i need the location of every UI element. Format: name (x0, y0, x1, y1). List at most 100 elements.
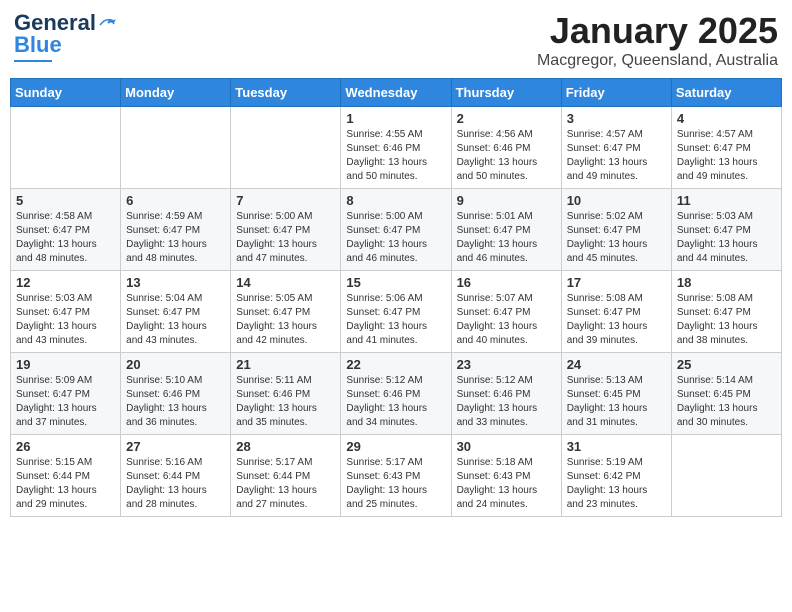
col-header-saturday: Saturday (671, 79, 781, 107)
day-number: 6 (126, 193, 225, 208)
calendar-cell: 8 Sunrise: 5:00 AMSunset: 6:47 PMDaylight… (341, 189, 451, 271)
col-header-sunday: Sunday (11, 79, 121, 107)
day-number: 28 (236, 439, 335, 454)
day-info: Sunrise: 5:03 AMSunset: 6:47 PMDaylight:… (16, 292, 115, 348)
day-number: 31 (567, 439, 666, 454)
calendar-cell: 9Sunrise: 5:01 AMSunset: 6:47 PMDaylight… (451, 189, 561, 271)
day-info: Sunrise: 5:06 AMSunset: 6:47 PMDaylight:… (346, 292, 445, 348)
logo: General Blue (14, 10, 116, 62)
calendar-cell: 16 Sunrise: 5:07 AMSunset: 6:47 PMDayligh… (451, 271, 561, 353)
day-info: Sunrise: 4:57 AMSunset: 6:47 PMDaylight:… (677, 128, 776, 184)
day-info: Sunrise: 5:05 AMSunset: 6:47 PMDaylight:… (236, 292, 335, 348)
day-info: Sunrise: 5:00 AMSunset: 6:47 PMDaylight:… (236, 210, 335, 266)
calendar-cell: 30 Sunrise: 5:18 AMSunset: 6:43 PMDayligh… (451, 435, 561, 517)
calendar-cell: 12 Sunrise: 5:03 AMSunset: 6:47 PMDayligh… (11, 271, 121, 353)
calendar-cell: 10Sunrise: 5:02 AMSunset: 6:47 PMDayligh… (561, 189, 671, 271)
day-info: Sunrise: 5:08 AMSunset: 6:47 PMDaylight:… (677, 292, 776, 348)
day-info: Sunrise: 5:09 AMSunset: 6:47 PMDaylight:… (16, 374, 115, 430)
calendar-cell: 5 Sunrise: 4:58 AMSunset: 6:47 PMDaylight… (11, 189, 121, 271)
day-info: Sunrise: 4:56 AMSunset: 6:46 PMDaylight:… (457, 128, 556, 184)
title-block: January 2025 Macgregor, Queensland, Aust… (537, 10, 778, 70)
col-header-thursday: Thursday (451, 79, 561, 107)
day-number: 5 (16, 193, 115, 208)
calendar-cell: 26 Sunrise: 5:15 AMSunset: 6:44 PMDayligh… (11, 435, 121, 517)
day-info: Sunrise: 5:08 AMSunset: 6:47 PMDaylight:… (567, 292, 666, 348)
day-number: 3 (567, 111, 666, 126)
day-info: Sunrise: 5:18 AMSunset: 6:43 PMDaylight:… (457, 456, 556, 512)
day-number: 14 (236, 275, 335, 290)
day-info: Sunrise: 5:02 AMSunset: 6:47 PMDaylight:… (567, 210, 666, 266)
calendar-cell: 11Sunrise: 5:03 AMSunset: 6:47 PMDayligh… (671, 189, 781, 271)
calendar-cell: 31 Sunrise: 5:19 AMSunset: 6:42 PMDayligh… (561, 435, 671, 517)
calendar-cell: 3 Sunrise: 4:57 AMSunset: 6:47 PMDaylight… (561, 107, 671, 189)
logo-underline (14, 60, 52, 62)
day-info: Sunrise: 5:17 AMSunset: 6:44 PMDaylight:… (236, 456, 335, 512)
day-number: 17 (567, 275, 666, 290)
day-info: Sunrise: 5:19 AMSunset: 6:42 PMDaylight:… (567, 456, 666, 512)
day-number: 30 (457, 439, 556, 454)
calendar-cell: 4 Sunrise: 4:57 AMSunset: 6:47 PMDaylight… (671, 107, 781, 189)
logo-bird-icon (98, 15, 116, 31)
calendar-cell: 25 Sunrise: 5:14 AMSunset: 6:45 PMDayligh… (671, 353, 781, 435)
day-info: Sunrise: 5:13 AMSunset: 6:45 PMDaylight:… (567, 374, 666, 430)
day-number: 16 (457, 275, 556, 290)
day-info: Sunrise: 5:12 AMSunset: 6:46 PMDaylight:… (346, 374, 445, 430)
calendar-cell: 19Sunrise: 5:09 AMSunset: 6:47 PMDayligh… (11, 353, 121, 435)
col-header-friday: Friday (561, 79, 671, 107)
day-number: 22 (346, 357, 445, 372)
calendar-cell: 20Sunrise: 5:10 AMSunset: 6:46 PMDayligh… (121, 353, 231, 435)
calendar-cell: 28 Sunrise: 5:17 AMSunset: 6:44 PMDayligh… (231, 435, 341, 517)
calendar-cell: 23Sunrise: 5:12 AMSunset: 6:46 PMDayligh… (451, 353, 561, 435)
day-number: 21 (236, 357, 335, 372)
day-info: Sunrise: 5:17 AMSunset: 6:43 PMDaylight:… (346, 456, 445, 512)
calendar-cell (231, 107, 341, 189)
calendar-cell (671, 435, 781, 517)
day-number: 25 (677, 357, 776, 372)
day-number: 7 (236, 193, 335, 208)
day-info: Sunrise: 5:15 AMSunset: 6:44 PMDaylight:… (16, 456, 115, 512)
day-info: Sunrise: 4:58 AMSunset: 6:47 PMDaylight:… (16, 210, 115, 266)
day-info: Sunrise: 5:07 AMSunset: 6:47 PMDaylight:… (457, 292, 556, 348)
calendar-cell: 14 Sunrise: 5:05 AMSunset: 6:47 PMDayligh… (231, 271, 341, 353)
day-number: 18 (677, 275, 776, 290)
day-number: 12 (16, 275, 115, 290)
col-header-monday: Monday (121, 79, 231, 107)
day-number: 4 (677, 111, 776, 126)
day-info: Sunrise: 4:55 AMSunset: 6:46 PMDaylight:… (346, 128, 445, 184)
calendar-cell: 15 Sunrise: 5:06 AMSunset: 6:47 PMDayligh… (341, 271, 451, 353)
day-number: 8 (346, 193, 445, 208)
day-number: 15 (346, 275, 445, 290)
day-number: 24 (567, 357, 666, 372)
calendar-table: SundayMondayTuesdayWednesdayThursdayFrid… (10, 78, 782, 517)
day-info: Sunrise: 5:00 AMSunset: 6:47 PMDaylight:… (346, 210, 445, 266)
day-number: 1 (346, 111, 445, 126)
calendar-cell: 7 Sunrise: 5:00 AMSunset: 6:47 PMDaylight… (231, 189, 341, 271)
col-header-wednesday: Wednesday (341, 79, 451, 107)
calendar-cell: 29 Sunrise: 5:17 AMSunset: 6:43 PMDayligh… (341, 435, 451, 517)
day-info: Sunrise: 5:16 AMSunset: 6:44 PMDaylight:… (126, 456, 225, 512)
day-number: 23 (457, 357, 556, 372)
day-info: Sunrise: 5:11 AMSunset: 6:46 PMDaylight:… (236, 374, 335, 430)
logo-blue: Blue (14, 32, 62, 57)
day-number: 29 (346, 439, 445, 454)
month-title: January 2025 (537, 10, 778, 52)
calendar-cell: 22 Sunrise: 5:12 AMSunset: 6:46 PMDayligh… (341, 353, 451, 435)
calendar-week-row: 1 Sunrise: 4:55 AMSunset: 6:46 PMDaylight… (11, 107, 782, 189)
day-info: Sunrise: 5:03 AMSunset: 6:47 PMDaylight:… (677, 210, 776, 266)
calendar-cell: 17 Sunrise: 5:08 AMSunset: 6:47 PMDayligh… (561, 271, 671, 353)
day-number: 26 (16, 439, 115, 454)
calendar-cell: 2Sunrise: 4:56 AMSunset: 6:46 PMDaylight… (451, 107, 561, 189)
day-number: 20 (126, 357, 225, 372)
calendar-cell: 21 Sunrise: 5:11 AMSunset: 6:46 PMDayligh… (231, 353, 341, 435)
calendar-cell: 6Sunrise: 4:59 AMSunset: 6:47 PMDaylight… (121, 189, 231, 271)
day-number: 27 (126, 439, 225, 454)
calendar-week-row: 19Sunrise: 5:09 AMSunset: 6:47 PMDayligh… (11, 353, 782, 435)
day-number: 13 (126, 275, 225, 290)
day-info: Sunrise: 4:57 AMSunset: 6:47 PMDaylight:… (567, 128, 666, 184)
calendar-week-row: 12 Sunrise: 5:03 AMSunset: 6:47 PMDayligh… (11, 271, 782, 353)
day-info: Sunrise: 5:14 AMSunset: 6:45 PMDaylight:… (677, 374, 776, 430)
location: Macgregor, Queensland, Australia (537, 52, 778, 70)
calendar-week-row: 26 Sunrise: 5:15 AMSunset: 6:44 PMDayligh… (11, 435, 782, 517)
calendar-cell: 13Sunrise: 5:04 AMSunset: 6:47 PMDayligh… (121, 271, 231, 353)
calendar-cell: 18 Sunrise: 5:08 AMSunset: 6:47 PMDayligh… (671, 271, 781, 353)
